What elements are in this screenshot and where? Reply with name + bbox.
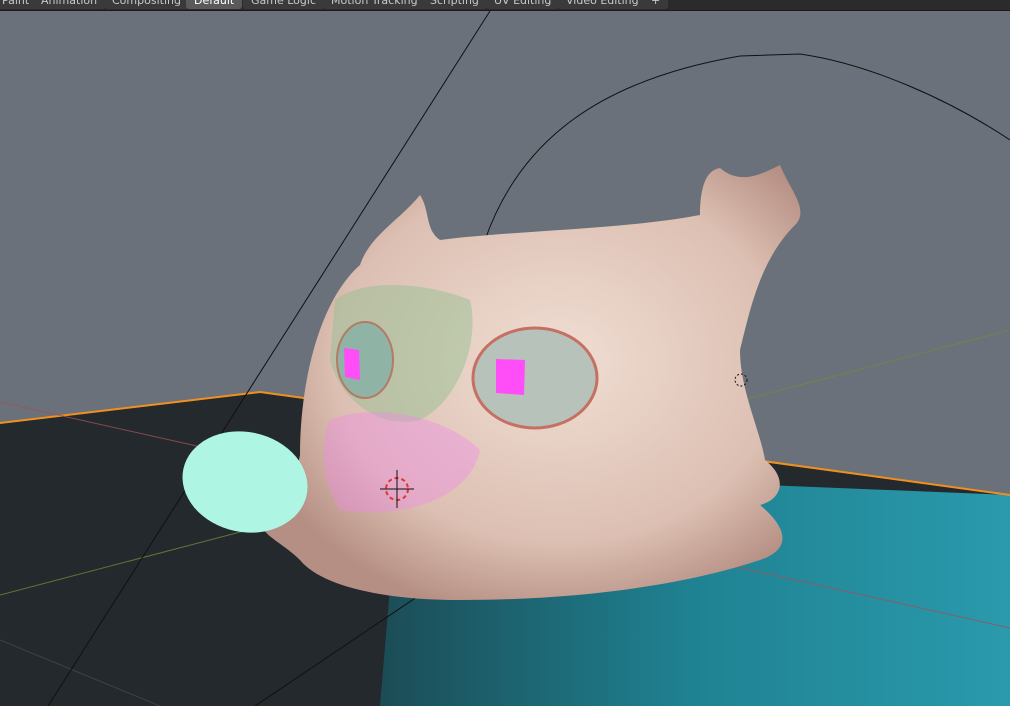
right-eye-missing-texture [496,359,525,395]
tab-paint[interactable]: Paint [0,0,38,9]
tab-default[interactable]: Default [186,0,243,9]
workspace-tab-bar: Paint Animation Compositing Default Game… [0,0,1010,11]
tab-scripting[interactable]: Scripting [422,0,487,9]
tab-animation[interactable]: Animation [33,0,106,9]
3d-viewport[interactable] [0,11,1010,706]
tab-game-logic[interactable]: Game Logic [243,0,324,9]
tab-video-editing[interactable]: Video Editing [558,0,647,9]
right-eye [471,326,599,430]
add-workspace-button[interactable]: + [643,0,669,9]
tab-motion-tracking[interactable]: Motion Tracking [323,0,426,9]
left-eye-missing-texture [344,348,360,380]
tab-compositing[interactable]: Compositing [104,0,189,9]
tab-uv-editing[interactable]: UV Editing [486,0,560,9]
